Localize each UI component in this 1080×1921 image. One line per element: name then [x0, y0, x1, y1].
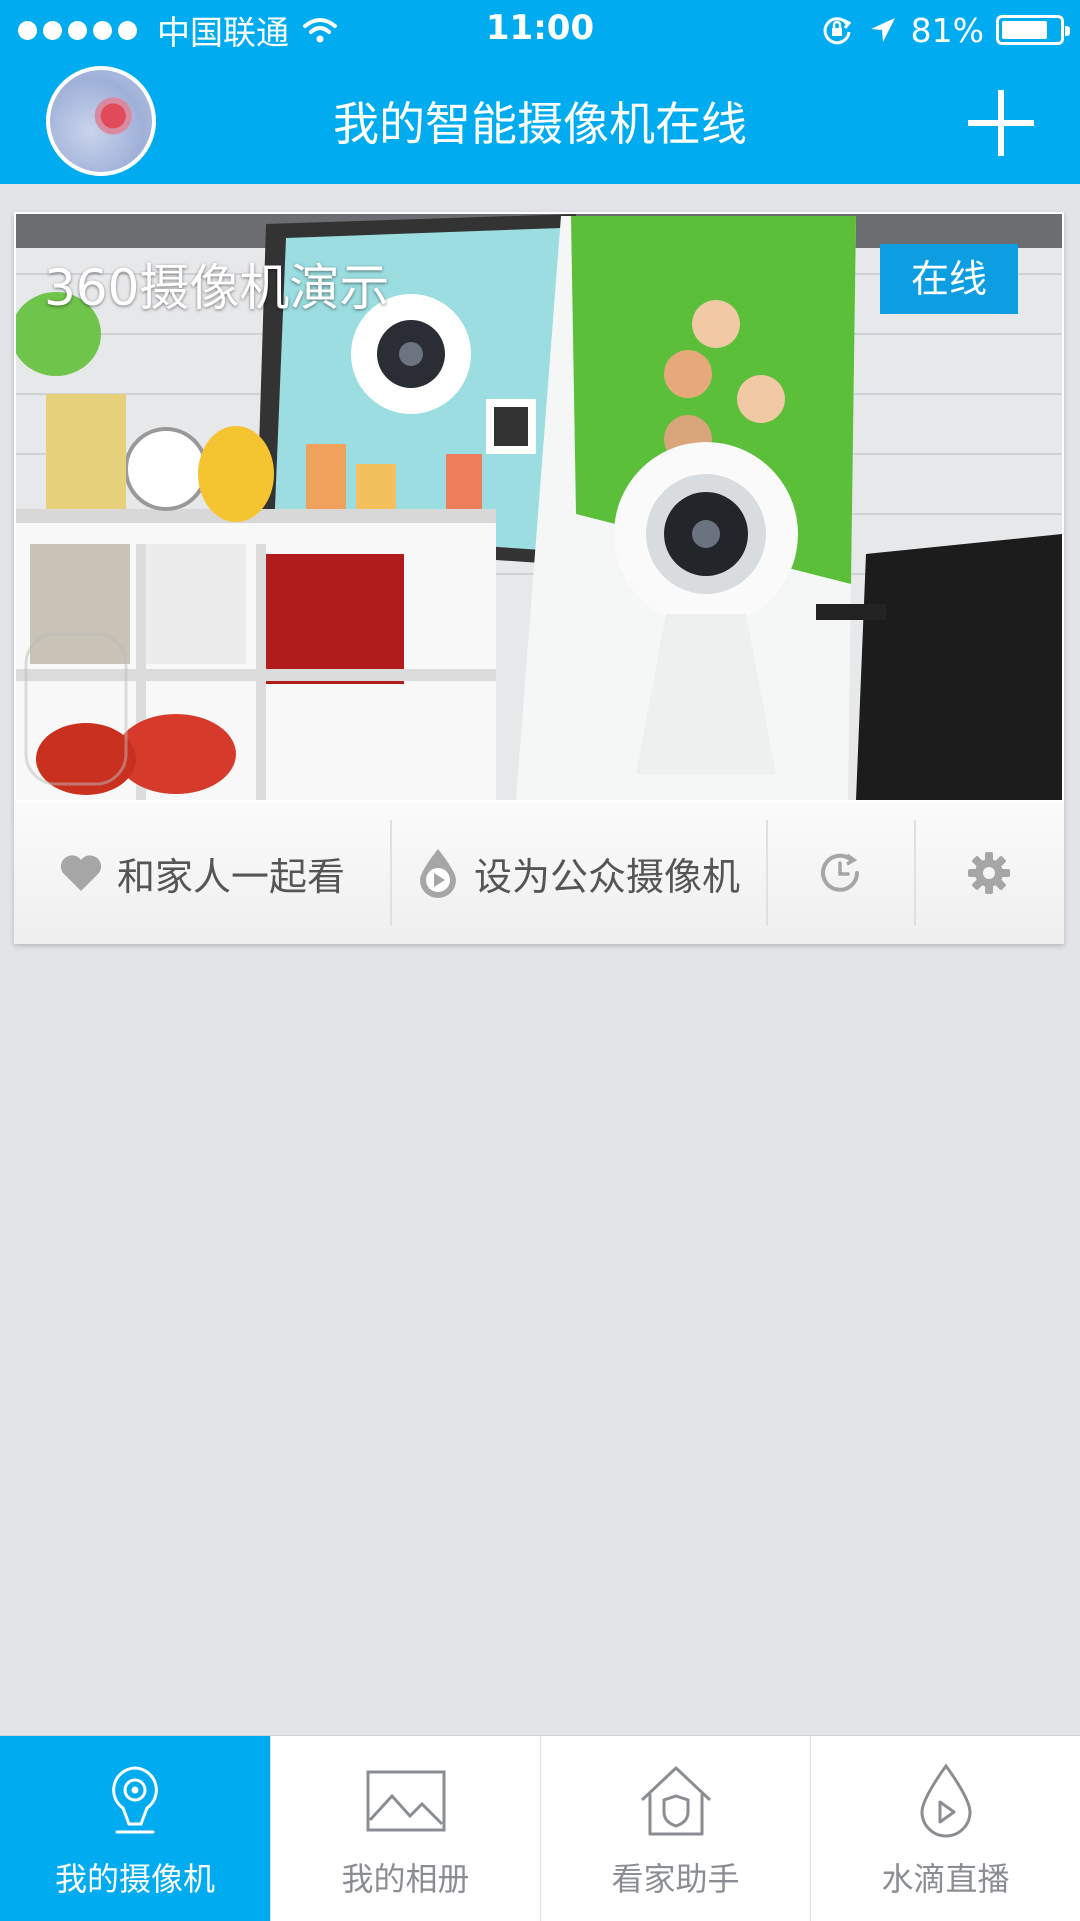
top-bar: 中国联通 11:00 81% 我的智能摄像机在线	[0, 0, 1080, 184]
house-shield-icon	[640, 1766, 712, 1836]
tab-home-guard[interactable]: 看家助手	[540, 1736, 810, 1921]
online-status-badge: 在线	[880, 244, 1018, 314]
camera-preview[interactable]: 360摄像机演示 在线	[16, 214, 1062, 800]
play-drop-icon	[419, 849, 456, 898]
nav-bar: 我的智能摄像机在线	[0, 60, 1080, 184]
page-title: 我的智能摄像机在线	[333, 97, 747, 151]
location-arrow-icon	[870, 18, 895, 42]
tab-home-guard-label: 看家助手	[611, 1860, 740, 1898]
battery-percent: 81%	[910, 10, 984, 50]
camera-card[interactable]: 360摄像机演示 在线 和家人一起看 设为公众摄像机	[14, 212, 1064, 944]
watch-with-family-label: 和家人一起看	[116, 854, 345, 899]
drop-play-icon	[920, 1763, 972, 1838]
gear-icon	[968, 852, 1010, 894]
add-camera-button[interactable]	[962, 84, 1040, 162]
camera-actions: 和家人一起看 设为公众摄像机	[14, 802, 1064, 944]
camera-name: 360摄像机演示	[44, 259, 390, 317]
tab-my-album[interactable]: 我的相册	[270, 1736, 540, 1921]
app-screen: 中国联通 11:00 81% 我的智能摄像机在线 360摄像机演示 在线 和家人…	[0, 0, 1080, 1921]
tab-my-cameras-label: 我的摄像机	[54, 1860, 215, 1898]
watch-with-family-button[interactable]: 和家人一起看	[14, 802, 390, 944]
picture-icon	[366, 1770, 446, 1832]
heart-icon	[60, 855, 102, 891]
tab-live-broadcast-label: 水滴直播	[881, 1860, 1010, 1898]
set-public-camera-button[interactable]: 设为公众摄像机	[390, 802, 766, 944]
status-bar: 中国联通 11:00 81%	[0, 0, 1080, 60]
rotation-lock-icon	[823, 17, 851, 45]
tab-live-broadcast[interactable]: 水滴直播	[810, 1736, 1080, 1921]
camera-pin-icon	[112, 1766, 158, 1834]
history-button[interactable]	[766, 802, 914, 944]
battery-icon	[996, 15, 1070, 45]
set-public-camera-label: 设为公众摄像机	[473, 854, 740, 899]
tab-my-album-label: 我的相册	[341, 1860, 470, 1898]
tab-my-cameras[interactable]: 我的摄像机	[0, 1736, 270, 1921]
bottom-tab-bar: 我的摄像机 我的相册 看家助手 水滴直播	[0, 1735, 1080, 1921]
camera-settings-button[interactable]	[914, 802, 1064, 944]
history-clock-icon	[821, 853, 859, 892]
